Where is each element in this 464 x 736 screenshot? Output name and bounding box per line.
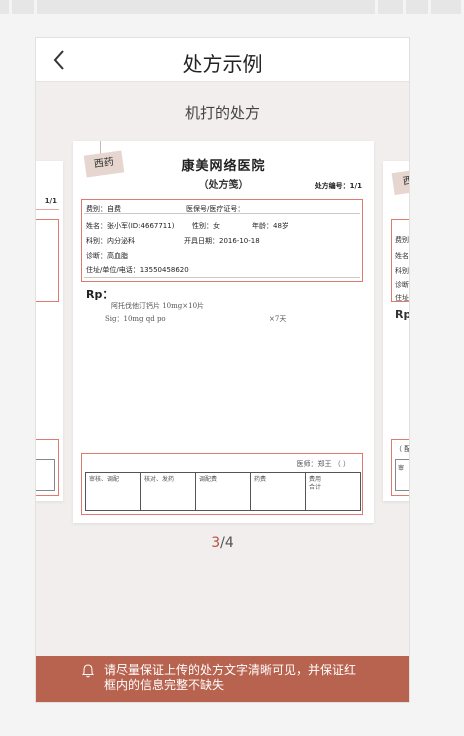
page-indicator: 3/4 — [36, 535, 409, 551]
prescription-card-prev[interactable]: 1/1 — [36, 161, 63, 501]
tab-placeholder — [431, 0, 461, 14]
patient-age: 年龄：48岁 — [252, 222, 289, 230]
prescription-number: 处方编号：1/1 — [314, 182, 362, 190]
sign-cell: 药费 — [251, 473, 306, 510]
tab-placeholder — [406, 0, 428, 14]
prescription-card[interactable]: 西药 康美网络医院 （处方笺） 处方编号：1/1 费别：自费 医保号/医疗证号：… — [73, 141, 374, 523]
sign-cell: 核对、发药 — [141, 473, 196, 510]
divider — [36, 209, 59, 210]
sign-cell: 调配费 — [196, 473, 251, 510]
tab-placeholder — [378, 0, 403, 14]
info-frame — [36, 219, 59, 302]
sign-cell: 审核、调配 — [86, 473, 141, 510]
presc-number: 1/1 — [44, 197, 57, 205]
page-title: 处方示例 — [182, 52, 263, 76]
prescription-carousel[interactable]: 1/1 西药 康美网络医院 （处方笺） 处方编号：1/1 费别：自费 医保号/医… — [36, 141, 409, 523]
patient-info-frame: 费别：自费 医保号/医疗证号： 姓名：张小军(ID:4667711) 性别：女 … — [81, 199, 363, 282]
sign-text: （ 配 — [395, 445, 410, 453]
drug-usage: Sig：10mg qd po — [105, 315, 166, 323]
patient-name: 姓名：张小军(ID:4667711) — [86, 222, 175, 230]
sign-table: 审核、调配 核对、发药 调配费 药费 费用 合计 — [85, 472, 361, 511]
field-label: 诊断 — [395, 281, 409, 289]
patient-gender: 性别：女 — [192, 222, 220, 230]
doctor-signature: 医师：郑王 （ ） — [296, 460, 350, 468]
field-label: 科别 — [395, 267, 409, 275]
phone-screen: 处方示例 机打的处方 1/1 西药 康美网络医院 （处方笺） 处方编号：1/1 … — [35, 37, 410, 703]
issue-date: 开具日期：2016-10-18 — [184, 237, 260, 245]
sign-table — [36, 459, 55, 491]
prescription-card-next[interactable]: 西 费别 姓名 科别 诊断 住址 Rp （ 配 审 — [383, 161, 410, 501]
tab-placeholder — [12, 0, 34, 14]
signature-frame: 医师：郑王 （ ） 审核、调配 核对、发药 调配费 药费 费用 合计 — [81, 453, 363, 515]
tab-placeholder — [37, 0, 375, 14]
tab-placeholder — [0, 0, 9, 14]
current-page: 3 — [211, 535, 221, 551]
sign-cell: 费用 合计 — [309, 476, 322, 491]
notice-text: 请尽量保证上传的处方文字清晰可见，并保证红框内的信息完整不缺失 — [104, 663, 357, 692]
field-label: 费别 — [395, 236, 409, 244]
notice-bar: 请尽量保证上传的处方文字清晰可见，并保证红框内的信息完整不缺失 — [36, 656, 409, 702]
navbar: 处方示例 — [36, 38, 409, 82]
sign-cell: 审 — [398, 465, 405, 472]
drug-type-tag: 西 — [391, 169, 409, 195]
field-label: 姓名 — [395, 252, 409, 260]
bell-icon — [82, 664, 94, 678]
browser-tab-strip — [0, 0, 464, 14]
rp-label: Rp — [395, 308, 410, 321]
total-pages: /4 — [220, 535, 234, 551]
divider — [84, 213, 360, 214]
section-subtitle: 机打的处方 — [184, 104, 260, 122]
diagnosis: 诊断：高血脂 — [86, 252, 128, 260]
drug-name: 阿托伐他汀钙片 10mg×10片 — [111, 302, 205, 310]
field-label: 住址 — [395, 294, 409, 302]
department: 科别：内分泌科 — [86, 237, 135, 245]
drug-duration: ×7天 — [269, 315, 287, 323]
address-phone: 住址/单位/电话：13550458620 — [86, 266, 189, 274]
hospital-name: 康美网络医院 — [181, 159, 266, 174]
rp-label: Rp： — [86, 288, 114, 301]
divider — [84, 277, 360, 278]
